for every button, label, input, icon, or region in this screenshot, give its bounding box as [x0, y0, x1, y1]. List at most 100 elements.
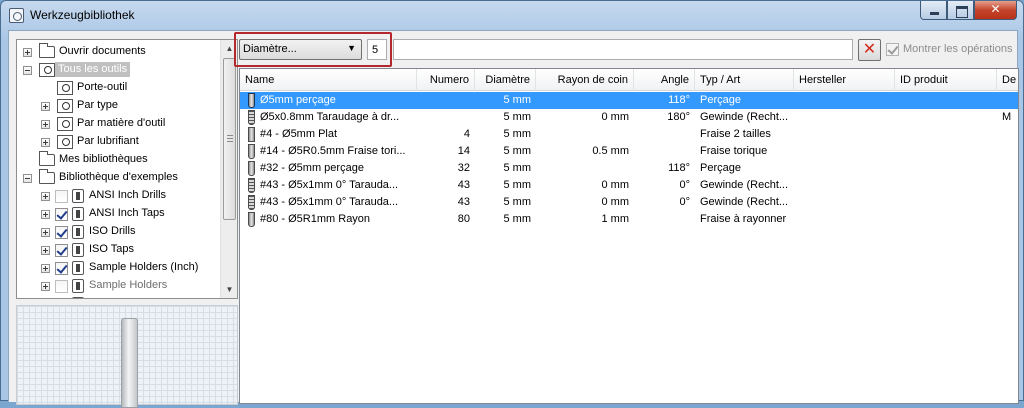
tree-item-label: Par lubrifiant	[77, 135, 139, 147]
cell-angle	[634, 143, 695, 160]
table-row[interactable]: Ø5x0.8mm Taraudage à dr... 5 mm 0 mm 180…	[240, 109, 1018, 126]
expand-icon[interactable]	[41, 138, 50, 147]
cell-id-produit	[895, 160, 997, 177]
search-folder-icon	[57, 81, 73, 95]
show-operations-checkbox[interactable]	[886, 43, 899, 56]
tree-item-holders[interactable]: Porte-outil	[17, 79, 221, 97]
cell-id-produit	[895, 177, 997, 194]
grip-line	[227, 138, 233, 139]
cell-numero: 4	[463, 128, 470, 140]
filter-field-dropdown[interactable]: Diamètre... ▼	[239, 39, 362, 60]
title-bar[interactable]: Werkzeugbibliothek	[1, 1, 1023, 29]
cell-rayon: 0 mm	[601, 111, 630, 123]
folder-icon	[39, 169, 55, 184]
grip-line	[227, 135, 233, 136]
collapse-icon[interactable]	[23, 174, 32, 183]
table-row[interactable]: #43 - Ø5x1mm 0° Tarauda... 43 5 mm 0 mm …	[240, 194, 1018, 211]
column-header-type[interactable]: Typ / Art	[695, 69, 794, 91]
column-header-id-produit[interactable]: ID produit	[895, 69, 997, 91]
column-header-diametre[interactable]: Diamètre	[475, 69, 536, 91]
tree-item-by-type[interactable]: Par type	[17, 97, 221, 115]
tree-item-label: Porte-outil	[77, 81, 128, 93]
tree-item-ansi-inch-taps[interactable]: ANSI Inch Taps	[17, 205, 221, 223]
cell-diametre: 5 mm	[503, 162, 532, 174]
cell-description	[997, 211, 1018, 228]
cell-diametre: 5 mm	[503, 111, 532, 123]
tree-item-iso-drills[interactable]: ISO Drills	[17, 223, 221, 241]
cell-rayon	[536, 92, 634, 109]
table-row[interactable]: #32 - Ø5mm perçage 32 5 mm 118° Perçage	[240, 160, 1018, 177]
expand-icon[interactable]	[41, 210, 50, 219]
expand-icon[interactable]	[41, 282, 50, 291]
search-input[interactable]	[393, 39, 853, 60]
close-button[interactable]	[974, 1, 1017, 20]
cell-rayon: 0.5 mm	[592, 145, 629, 157]
column-header-numero[interactable]: Numero	[417, 69, 475, 91]
search-folder-icon	[57, 117, 73, 131]
expand-icon[interactable]	[41, 246, 50, 255]
cell-angle: 0°	[679, 196, 690, 208]
column-header-hersteller[interactable]: Hersteller	[794, 69, 895, 91]
minimize-button[interactable]	[920, 1, 947, 20]
tree-item-sample-library[interactable]: Bibliothèque d'exemples	[17, 169, 221, 187]
column-header-angle[interactable]: Angle	[634, 69, 695, 91]
tool-library-icon	[72, 261, 84, 275]
expand-icon[interactable]	[41, 228, 50, 237]
filter-value-input[interactable]	[367, 39, 387, 60]
table-row[interactable]: #4 - Ø5mm Plat 4 5 mm Fraise 2 tailles	[240, 126, 1018, 143]
tree-item-ansi-inch-drills[interactable]: ANSI Inch Drills	[17, 187, 221, 205]
scroll-down-arrow-icon[interactable]: ▼	[221, 281, 238, 298]
cell-hersteller	[794, 126, 895, 143]
table-row[interactable]: Ø5mm perçage 5 mm 118° Perçage	[240, 92, 1018, 109]
filter-field-value: Diamètre...	[243, 43, 297, 55]
tree-item-by-material[interactable]: Par matière d'outil	[17, 115, 221, 133]
tree-item-sample-holders-inch[interactable]: Sample Holders (Inch)	[17, 259, 221, 277]
tool-library-icon	[9, 8, 24, 23]
filter-value-field[interactable]	[368, 40, 386, 59]
table-row[interactable]: #14 - Ø5R0.5mm Fraise tori... 14 5 mm 0.…	[240, 143, 1018, 160]
open-folder-icon	[39, 43, 55, 58]
maximize-button[interactable]	[947, 1, 974, 20]
scrollbar-thumb[interactable]	[223, 58, 236, 220]
cell-type: Gewinde (Recht...	[700, 179, 789, 191]
tree-item-iso-taps[interactable]: ISO Taps	[17, 241, 221, 259]
tool-library-icon	[72, 189, 84, 203]
tool-library-icon	[72, 207, 84, 221]
table-row[interactable]: #80 - Ø5R1mm Rayon 80 5 mm 1 mm Fraise à…	[240, 211, 1018, 228]
cell-type: Perçage	[700, 162, 741, 174]
expand-icon[interactable]	[41, 102, 50, 111]
library-checkbox[interactable]	[55, 280, 68, 293]
flat-mill-icon	[248, 127, 255, 142]
collapse-icon[interactable]	[23, 66, 32, 75]
tree-item-my-libraries[interactable]: Mes bibliothèques	[17, 151, 221, 169]
tree-item-all-tools[interactable]: Tous les outils	[17, 61, 221, 79]
cell-angle: 118°	[668, 94, 690, 106]
table-row[interactable]: #43 - Ø5x1mm 0° Tarauda... 43 5 mm 0 mm …	[240, 177, 1018, 194]
tree-item-open-documents[interactable]: Ouvrir documents	[17, 43, 221, 61]
expand-icon[interactable]	[41, 120, 50, 129]
column-header-description[interactable]: De	[997, 69, 1018, 91]
library-checkbox[interactable]	[55, 226, 68, 239]
tree-item-sample-holders[interactable]: Sample Holders	[17, 277, 221, 295]
expand-icon[interactable]	[41, 192, 50, 201]
cell-type: Gewinde (Recht...	[700, 111, 789, 123]
tool-library-icon	[72, 279, 84, 293]
expand-icon[interactable]	[41, 264, 50, 273]
tree-item-by-coolant[interactable]: Par lubrifiant	[17, 133, 221, 151]
column-header-name[interactable]: Name	[240, 69, 417, 91]
drill-icon	[248, 161, 255, 176]
expand-icon[interactable]	[23, 48, 32, 57]
library-checkbox[interactable]	[55, 190, 68, 203]
cell-rayon: 0 mm	[601, 196, 630, 208]
tree-scrollbar[interactable]: ▲ ▼	[220, 40, 237, 298]
search-folder-icon	[57, 99, 73, 113]
cell-description	[997, 194, 1018, 211]
column-header-rayon[interactable]: Rayon de coin	[536, 69, 634, 91]
cell-diametre: 5 mm	[503, 196, 532, 208]
clear-filter-button[interactable]: ✕	[858, 39, 881, 61]
library-checkbox[interactable]	[55, 208, 68, 221]
cell-description	[997, 126, 1018, 143]
tool-table: Name Numero Diamètre Rayon de coin Angle…	[239, 68, 1019, 404]
library-checkbox[interactable]	[55, 262, 68, 275]
library-checkbox[interactable]	[55, 244, 68, 257]
